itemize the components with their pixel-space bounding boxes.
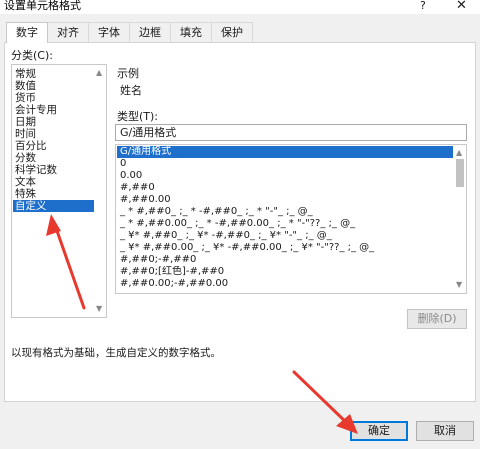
format-item[interactable]: _ ¥* #,##0.00_ ;_ ¥* -#,##0.00_ ;_ ¥* "-… — [117, 242, 453, 254]
scroll-up-icon[interactable]: ▲ — [456, 149, 462, 157]
scroll-down-icon[interactable]: ▼ — [96, 305, 102, 313]
category-item[interactable]: 百分比 — [13, 140, 97, 152]
close-icon[interactable]: ✕ — [456, 0, 467, 13]
sample-box: 姓名 — [115, 79, 467, 99]
scrollbar-thumb[interactable] — [456, 159, 464, 187]
category-item[interactable]: 数值 — [13, 80, 97, 92]
tab-border[interactable]: 边框 — [129, 22, 171, 42]
category-item[interactable]: 时间 — [13, 128, 97, 140]
ok-button[interactable]: 确定 — [350, 421, 408, 441]
tab-number[interactable]: 数字 — [6, 22, 48, 43]
category-label: 分类(C): — [11, 49, 53, 62]
scroll-up-icon[interactable]: ▲ — [96, 69, 102, 77]
format-item[interactable]: #,##0;-#,##0 — [117, 254, 453, 266]
format-scrollbar[interactable]: ▲ ▼ — [454, 145, 466, 293]
description-text: 以现有格式为基础，生成自定义的数字格式。 — [11, 347, 221, 359]
format-item[interactable]: _ ¥* #,##0_ ;_ ¥* -#,##0_ ;_ ¥* "-"_ ;_ … — [117, 230, 453, 242]
category-item[interactable]: 分数 — [13, 152, 97, 164]
category-item[interactable]: 文本 — [13, 176, 97, 188]
help-icon[interactable]: ? — [420, 0, 426, 12]
format-item[interactable]: 0.00 — [117, 170, 453, 182]
number-tab-panel: 分类(C): 常规 数值 货币 会计专用 日期 时间 百分比 分数 科学记数 文本 特殊 自定义 ▲ … — [4, 42, 476, 402]
tab-font[interactable]: 字体 — [88, 22, 130, 42]
scroll-down-icon[interactable]: ▼ — [456, 281, 462, 289]
format-list[interactable]: G/通用格式 0 0.00 #,##0 #,##0.00 _ * #,##0_ ;_ * … — [115, 144, 467, 294]
category-list[interactable]: 常规 数值 货币 会计专用 日期 时间 百分比 分数 科学记数 文本 特殊 自定义 ▲ ▼ — [11, 64, 107, 318]
format-item[interactable]: #,##0;[红色]-#,##0 — [117, 266, 453, 278]
category-item[interactable]: 日期 — [13, 116, 97, 128]
format-item[interactable]: _ * #,##0_ ;_ * -#,##0_ ;_ * "-"_ ;_ @_ — [117, 206, 453, 218]
sample-value: 姓名 — [120, 84, 142, 97]
category-item[interactable]: 科学记数 — [13, 164, 97, 176]
category-item[interactable]: 特殊 — [13, 188, 97, 200]
category-item[interactable]: 自定义 — [13, 200, 97, 212]
format-item[interactable]: _ * #,##0.00_ ;_ * -#,##0.00_ ;_ * "-"??… — [117, 218, 453, 230]
type-label: 类型(T): — [117, 110, 159, 123]
format-item[interactable]: #,##0.00 — [117, 194, 453, 206]
tab-protection[interactable]: 保护 — [211, 22, 253, 42]
title-bar: 设置单元格格式 ? ✕ — [0, 0, 480, 14]
category-item[interactable]: 会计专用 — [13, 104, 97, 116]
format-item[interactable]: #,##0 — [117, 182, 453, 194]
format-item[interactable]: #,##0.00;-#,##0.00 — [117, 278, 453, 290]
tab-strip: 数字 对齐 字体 边框 填充 保护 — [6, 22, 253, 43]
category-scrollbar[interactable]: ▲ ▼ — [94, 65, 106, 317]
format-item[interactable]: 0 — [117, 158, 453, 170]
category-item[interactable]: 货币 — [13, 92, 97, 104]
tab-fill[interactable]: 填充 — [170, 22, 212, 42]
delete-button[interactable]: 删除(D) — [407, 309, 467, 329]
type-input[interactable]: G/通用格式 — [115, 124, 467, 141]
tab-alignment[interactable]: 对齐 — [47, 22, 89, 42]
dialog-title: 设置单元格格式 — [4, 0, 81, 12]
category-item[interactable]: 常规 — [13, 68, 97, 80]
format-item[interactable]: G/通用格式 — [117, 146, 453, 158]
cancel-button[interactable]: 取消 — [416, 421, 474, 441]
